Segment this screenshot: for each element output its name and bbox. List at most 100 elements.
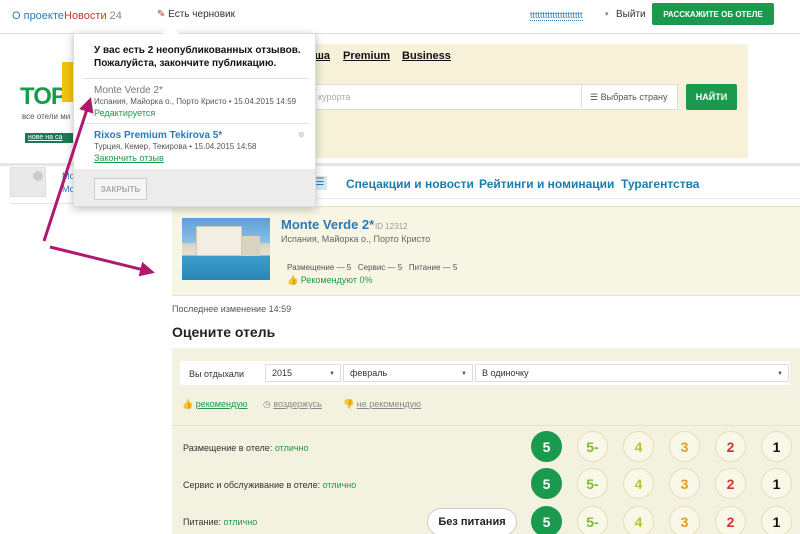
hotel-id: ID 12312 <box>375 222 408 231</box>
draft-link[interactable]: ✎ Есть черновик <box>157 9 235 20</box>
hotel-location: Испания, Майорка о., Порто Кристо <box>281 234 431 244</box>
avatar-head-icon <box>33 171 43 181</box>
month-select[interactable]: февраль ▼ <box>343 364 473 382</box>
hotel-building-shape <box>196 226 242 256</box>
company-select-value: В одиночку <box>482 368 529 378</box>
draft-label: Есть черновик <box>168 9 235 20</box>
rating-row-label-1-text: Сервис и обслуживание в отеле: <box>183 480 321 490</box>
rating-row-label-2: Питание: отлично <box>183 517 257 527</box>
rating-option-1-3[interactable]: 3 <box>669 468 700 499</box>
country-select-label: Выбрать страну <box>600 92 668 102</box>
user-menu[interactable]: ttttttttttttttttttttt <box>530 10 583 21</box>
arrow-to-hotel-card <box>49 245 155 277</box>
popup-divider-2 <box>82 123 309 124</box>
rating-option-1-1[interactable]: 5- <box>577 468 608 499</box>
draft-2-name[interactable]: Rixos Premium Tekirova 5* <box>94 130 222 141</box>
pencil-icon: ✎ <box>157 9 166 20</box>
remove-draft-icon[interactable]: ⊗ <box>298 130 305 139</box>
rating-option-0-0[interactable]: 5 <box>531 431 562 462</box>
rating-row-label-2-text: Питание: <box>183 517 222 527</box>
rating-option-0-3[interactable]: 3 <box>669 431 700 462</box>
news-count: 24 <box>109 10 122 22</box>
chevron-down-icon: ▼ <box>329 371 335 377</box>
rating-option-2-2[interactable]: 4 <box>623 506 654 534</box>
logout-link[interactable]: Выйти <box>616 9 646 20</box>
recommend-option-label: рекомендую <box>195 399 248 409</box>
popup-pointer <box>163 25 179 34</box>
recommend-option[interactable]: 👍 рекомендую <box>182 399 247 410</box>
logo-tagline: все отели ми <box>22 112 71 121</box>
popup-message: У вас есть 2 неопубликованных отзывов. П… <box>94 45 301 69</box>
draft-popup: У вас есть 2 неопубликованных отзывов. П… <box>73 33 316 207</box>
rate-divider <box>172 425 800 426</box>
search-placeholder: курорта <box>318 92 351 102</box>
rating-option-1-4[interactable]: 2 <box>715 468 746 499</box>
rate-heading: Оцените отель <box>172 324 276 340</box>
rating-option-2-1[interactable]: 5- <box>577 506 608 534</box>
logo: TOP <box>20 83 67 110</box>
finish-review-link[interactable]: Закончить отзыв <box>94 153 164 163</box>
new-on-site-badge[interactable]: нове на са <box>25 133 75 143</box>
not-recommend-option-label: не рекомендую <box>356 399 421 409</box>
tab-ratings[interactable]: Рейтинги и номинации <box>479 177 614 191</box>
chevron-down-icon: ▼ <box>777 371 783 377</box>
tab-special-offers[interactable]: Спецакции и новости <box>346 177 474 191</box>
hotel-name-link[interactable]: Monte Verde 2* <box>281 217 374 232</box>
no-food-button[interactable]: Без питания <box>427 508 517 534</box>
hotel-scores: Размещение — 5 Сервис — 5 Питание — 5 <box>287 263 458 272</box>
tab-travel-agencies[interactable]: Турагентства <box>621 177 699 191</box>
tell-about-hotel-button[interactable]: РАССКАЖИТЕ ОБ ОТЕЛЕ <box>652 3 774 25</box>
rating-option-1-2[interactable]: 4 <box>623 468 654 499</box>
rating-option-0-4[interactable]: 2 <box>715 431 746 462</box>
hotel-recommend-label: Рекомендуют 0% <box>300 275 373 285</box>
draft-2-date: 15.04.2015 14:58 <box>194 142 257 151</box>
rating-row-value-1: отлично <box>322 480 357 490</box>
search-button[interactable]: НАЙТИ <box>686 84 737 110</box>
rating-row-value-2: отлично <box>223 517 258 527</box>
rating-row-label-1: Сервис и обслуживание в отеле: отлично <box>183 480 356 490</box>
hotel-building-wing <box>242 236 260 256</box>
list-icon: ☰ <box>590 92 599 102</box>
rating-option-2-4[interactable]: 2 <box>715 506 746 534</box>
rating-option-1-0[interactable]: 5 <box>531 468 562 499</box>
about-link[interactable]: О проекте <box>12 10 64 22</box>
year-select-value: 2015 <box>272 368 293 378</box>
draft-1-name[interactable]: Monte Verde 2* <box>94 85 163 96</box>
draft-1-status: Редактируется <box>94 108 156 118</box>
chevron-down-icon: ▾ <box>605 11 609 18</box>
neutral-icon: ◷ <box>263 399 271 409</box>
rating-row-label-0-text: Размещение в отеле: <box>183 443 273 453</box>
rating-option-2-0[interactable]: 5 <box>531 506 562 534</box>
thumbs-up-icon: 👍 <box>287 275 299 285</box>
draft-1-place: Испания, Майорка о., Порто Кристо <box>94 97 227 106</box>
company-select[interactable]: В одиночку ▼ <box>475 364 789 382</box>
country-select[interactable]: ☰ Выбрать страну <box>590 92 667 103</box>
news-label: Новости <box>64 10 107 22</box>
rating-option-0-1[interactable]: 5- <box>577 431 608 462</box>
premium-link[interactable]: Premium <box>343 50 390 62</box>
hotel-photo[interactable] <box>182 218 270 280</box>
draft-1-meta: Испания, Майорка о., Порто Кристо • 15.0… <box>94 97 297 106</box>
not-recommend-option[interactable]: 👎 не рекомендую <box>343 399 421 410</box>
thumbs-down-icon: 👎 <box>343 399 355 409</box>
rating-option-1-5[interactable]: 1 <box>761 468 792 499</box>
rating-option-0-2[interactable]: 4 <box>623 431 654 462</box>
year-select[interactable]: 2015 ▼ <box>265 364 341 382</box>
business-link[interactable]: Business <box>402 50 451 62</box>
chevron-down-icon: ▼ <box>461 371 467 377</box>
last-change: Последнее изменение 14:59 <box>172 304 292 314</box>
draft-2-place: Турция, Кемер, Текирова <box>94 142 187 151</box>
rating-row-label-0: Размещение в отеле: отлично <box>183 443 309 453</box>
abstain-option-label: воздержусь <box>273 399 322 409</box>
hotel-recommend: 👍 Рекомендуют 0% <box>287 275 373 286</box>
abstain-option[interactable]: ◷ воздержусь <box>263 399 322 410</box>
search-divider <box>581 86 582 108</box>
rating-option-2-3[interactable]: 3 <box>669 506 700 534</box>
popup-divider <box>82 78 309 79</box>
draft-1-date: 15.04.2015 14:59 <box>233 97 297 106</box>
rating-option-0-5[interactable]: 1 <box>761 431 792 462</box>
news-link[interactable]: Новости 24 <box>64 10 122 22</box>
close-popup-button[interactable]: ЗАКРЫТЬ <box>94 178 147 200</box>
rating-option-2-5[interactable]: 1 <box>761 506 792 534</box>
rating-row-value-0: отлично <box>274 443 309 453</box>
